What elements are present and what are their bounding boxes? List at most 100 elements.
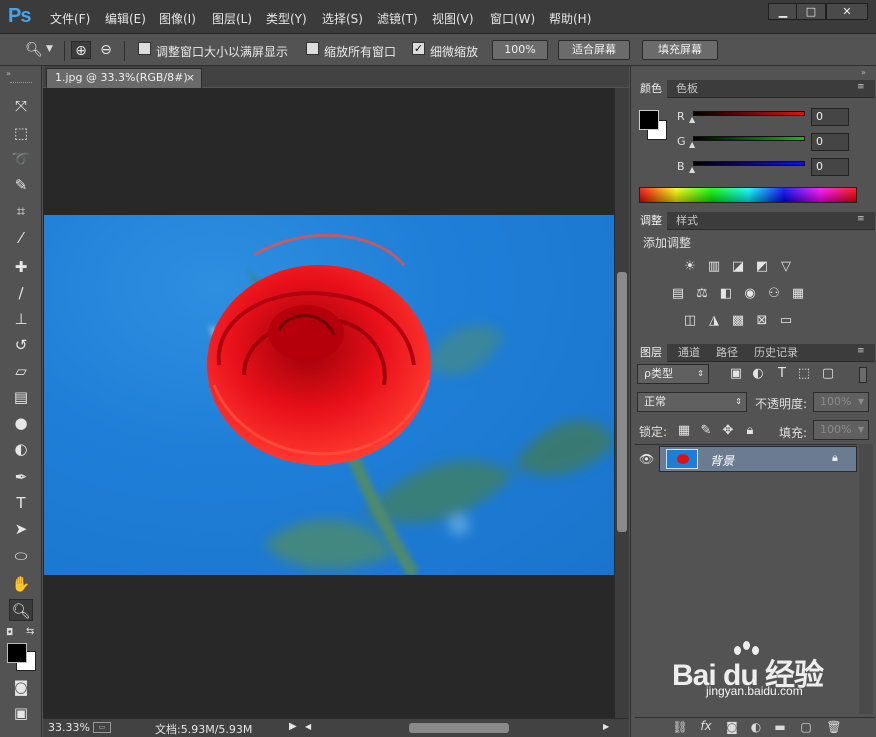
- lasso-tool-icon[interactable]: ➰: [9, 148, 33, 170]
- tab-swatches[interactable]: 色板: [671, 80, 703, 98]
- layer-filter-dropdown[interactable]: ρ类型 ⇕: [637, 364, 709, 384]
- dodge-tool-icon[interactable]: ◐: [9, 438, 33, 460]
- tab-color[interactable]: 颜色: [635, 80, 667, 98]
- brightness-icon[interactable]: ☀: [681, 259, 699, 275]
- eyedropper-tool-icon[interactable]: ⁄: [9, 227, 33, 249]
- marquee-tool-icon[interactable]: ⬚: [9, 122, 33, 144]
- close-window-button[interactable]: ✕: [826, 3, 868, 20]
- tab-paths[interactable]: 路径: [711, 344, 743, 362]
- move-tool-icon[interactable]: ⤧: [9, 95, 33, 117]
- status-menu-arrow-icon[interactable]: ▶: [289, 721, 297, 732]
- blur-tool-icon[interactable]: ●: [9, 412, 33, 434]
- zoom-out-icon[interactable]: ⊖: [96, 41, 116, 59]
- eraser-tool-icon[interactable]: ▱: [9, 360, 33, 382]
- layer-name[interactable]: 背景: [710, 452, 734, 469]
- channel-mixer-icon[interactable]: ⚇: [765, 286, 783, 302]
- filter-adjustment-icon[interactable]: ◐: [749, 366, 767, 382]
- eye-visibility-icon[interactable]: 👁︎: [639, 452, 654, 466]
- lock-image-icon[interactable]: ✎: [697, 423, 715, 439]
- horizontal-scroll-thumb[interactable]: [409, 723, 509, 733]
- tab-styles[interactable]: 样式: [671, 212, 703, 230]
- channel-b-slider[interactable]: [693, 161, 805, 166]
- color-lookup-icon[interactable]: ▦: [789, 286, 807, 302]
- clone-stamp-tool-icon[interactable]: ⊥: [9, 308, 33, 330]
- default-colors-icon[interactable]: ◘: [6, 628, 13, 638]
- color-spectrum-bar[interactable]: [639, 187, 857, 203]
- exposure-icon[interactable]: ◩: [753, 259, 771, 275]
- quick-selection-tool-icon[interactable]: ✎: [9, 174, 33, 196]
- curves-icon[interactable]: ◪: [729, 259, 747, 275]
- invert-icon[interactable]: ◫: [681, 313, 699, 329]
- history-brush-tool-icon[interactable]: ↺: [9, 334, 33, 356]
- fit-screen-button[interactable]: 适合屏幕: [558, 40, 630, 60]
- type-tool-icon[interactable]: T: [9, 492, 33, 514]
- color-foreground-swatch[interactable]: [639, 110, 659, 130]
- levels-icon[interactable]: ▥: [705, 259, 723, 275]
- slider-thumb-icon[interactable]: ▲: [689, 165, 695, 174]
- zoom-tool-icon[interactable]: 🔍︎: [9, 599, 33, 621]
- brush-tool-icon[interactable]: ∕: [9, 282, 33, 304]
- minimize-button[interactable]: ▁: [768, 3, 798, 20]
- menu-select[interactable]: 选择(S): [322, 10, 363, 27]
- vertical-scroll-thumb[interactable]: [617, 272, 627, 532]
- pen-tool-icon[interactable]: ✒: [9, 466, 33, 488]
- layer-style-icon[interactable]: fx: [697, 719, 715, 733]
- filter-smart-object-icon[interactable]: ▢: [819, 366, 837, 382]
- zoom-in-icon[interactable]: ⊕: [71, 41, 91, 59]
- panel-menu-icon[interactable]: ≡: [857, 82, 865, 92]
- filter-pixel-icon[interactable]: ▣: [727, 366, 745, 382]
- layer-row-background[interactable]: 背景 🔒︎: [659, 446, 857, 472]
- menu-image[interactable]: 图像(I): [159, 10, 196, 27]
- filter-toggle[interactable]: [859, 367, 867, 383]
- quick-mask-icon[interactable]: ◙: [9, 676, 33, 698]
- tab-close-icon[interactable]: ×: [186, 69, 195, 87]
- lock-position-icon[interactable]: ✥: [719, 423, 737, 439]
- actual-pixels-button[interactable]: 100%: [492, 40, 548, 60]
- photo-filter-icon[interactable]: ◉: [741, 286, 759, 302]
- color-balance-icon[interactable]: ⚖: [693, 286, 711, 302]
- fill-input[interactable]: 100% ▼: [813, 420, 869, 440]
- healing-brush-tool-icon[interactable]: ✚: [9, 256, 33, 278]
- menu-type[interactable]: 类型(Y): [266, 10, 307, 27]
- lock-all-icon[interactable]: 🔒︎: [741, 423, 759, 439]
- menu-file[interactable]: 文件(F): [50, 10, 90, 27]
- menu-filter[interactable]: 滤镜(T): [377, 10, 418, 27]
- tab-adjustments[interactable]: 调整: [635, 212, 667, 230]
- gradient-map-icon[interactable]: ▭: [777, 313, 795, 329]
- new-group-icon[interactable]: ▬: [771, 720, 789, 734]
- channel-r-slider[interactable]: [693, 111, 805, 116]
- chevron-down-icon[interactable]: ▼: [46, 44, 53, 54]
- channel-b-input[interactable]: 0: [811, 158, 849, 176]
- gradient-tool-icon[interactable]: ▤: [9, 386, 33, 408]
- zoom-level[interactable]: 33.33%: [48, 721, 90, 734]
- ellipse-tool-icon[interactable]: ⬭: [9, 545, 33, 567]
- channel-g-input[interactable]: 0: [811, 133, 849, 151]
- scrubby-zoom-checkbox[interactable]: ✓: [412, 42, 425, 55]
- menu-layer[interactable]: 图层(L): [212, 10, 252, 27]
- filter-shape-icon[interactable]: ⬚: [795, 366, 813, 382]
- threshold-icon[interactable]: ▩: [729, 313, 747, 329]
- hand-tool-icon[interactable]: ✋: [9, 573, 33, 595]
- new-layer-icon[interactable]: ▢: [797, 720, 815, 734]
- tab-layers[interactable]: 图层: [635, 344, 667, 362]
- tab-history[interactable]: 历史记录: [749, 344, 803, 362]
- share-icon[interactable]: ▭: [93, 722, 111, 733]
- menu-edit[interactable]: 编辑(E): [105, 10, 146, 27]
- crop-tool-icon[interactable]: ⌗: [9, 200, 33, 222]
- screen-mode-icon[interactable]: ▣: [9, 702, 33, 724]
- tab-channels[interactable]: 通道: [673, 344, 705, 362]
- vibrance-icon[interactable]: ▽: [777, 259, 795, 275]
- menu-view[interactable]: 视图(V): [432, 10, 474, 27]
- delete-layer-icon[interactable]: 🗑︎: [825, 720, 843, 734]
- panel-menu-icon[interactable]: ≡: [857, 346, 865, 356]
- panel-menu-icon[interactable]: ≡: [857, 214, 865, 224]
- blend-mode-dropdown[interactable]: 正常 ⇕: [637, 392, 747, 412]
- new-adjustment-layer-icon[interactable]: ◐: [747, 720, 765, 734]
- zoom-all-windows-checkbox[interactable]: [306, 42, 319, 55]
- filter-type-icon[interactable]: T: [773, 366, 791, 382]
- add-mask-icon[interactable]: ◙: [723, 720, 741, 734]
- restore-button[interactable]: □: [796, 3, 826, 20]
- document-tab[interactable]: 1.jpg @ 33.3%(RGB/8#) ×: [46, 68, 202, 88]
- menu-window[interactable]: 窗口(W): [490, 10, 535, 27]
- fill-screen-button[interactable]: 填充屏幕: [642, 40, 718, 60]
